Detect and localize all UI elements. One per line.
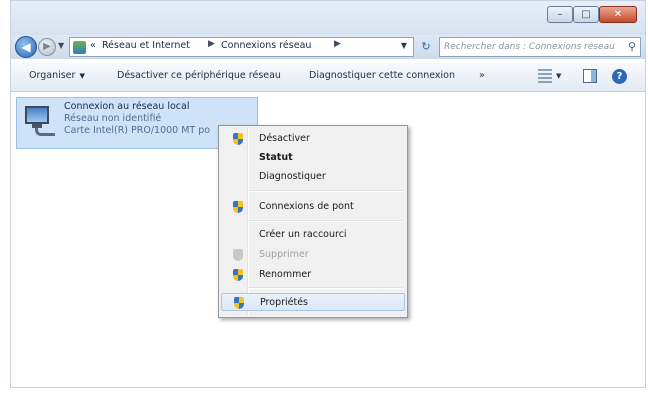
breadcrumb-network-internet[interactable]: Réseau et Internet [102,40,190,51]
connection-details: Connexion au réseau local Réseau non ide… [64,101,210,137]
shield-icon [233,249,244,261]
more-commands-button[interactable]: » [479,70,485,81]
chevron-down-icon: ▼ [79,72,85,80]
organize-menu[interactable]: Organiser ▼ [29,70,85,81]
search-box[interactable]: ⚲ [439,37,641,57]
view-options-icon[interactable] [538,69,552,83]
shield-icon [233,269,244,281]
refresh-button[interactable]: ↻ [417,38,435,56]
chevron-right-icon[interactable]: ▶ [208,39,215,49]
back-button[interactable]: ◀ [15,36,37,58]
chevron-right-icon[interactable]: ▶ [334,39,341,49]
organize-label: Organiser [29,70,76,81]
arrow-right-icon: ▶ [43,41,51,52]
menu-item-properties[interactable]: Propriétés [221,293,405,311]
menu-item-label: Connexions de pont [259,201,354,212]
menu-item-label: Diagnostiquer [259,171,326,182]
refresh-icon: ↻ [421,40,431,53]
menu-item-create-shortcut[interactable]: Créer un raccourci [221,226,405,244]
arrow-left-icon: ◀ [21,40,31,54]
search-icon[interactable]: ⚲ [628,40,636,53]
command-bar: Organiser ▼ Désactiver ce périphérique ré… [11,63,645,92]
breadcrumb-network-connections[interactable]: Connexions réseau [221,40,311,51]
menu-item-label: Créer un raccourci [259,229,347,240]
shield-icon [233,133,244,145]
shield-icon [234,297,245,309]
network-adapter-icon [23,104,57,138]
menu-item-label: Supprimer [259,249,309,260]
menu-separator [249,190,403,192]
diagnose-button[interactable]: Diagnostiquer cette connexion [309,70,455,81]
menu-item-label: Renommer [259,269,312,280]
shield-icon [233,201,244,213]
disable-device-button[interactable]: Désactiver ce périphérique réseau [117,70,281,81]
menu-separator [249,220,403,222]
address-bar[interactable]: « Réseau et Internet ▶ Connexions réseau… [69,37,414,57]
menu-item-disable[interactable]: Désactiver [221,130,405,148]
minimize-icon: – [557,9,563,20]
maximize-icon: □ [581,9,591,20]
menu-item-bridge[interactable]: Connexions de pont [221,198,405,216]
menu-item-status[interactable]: Statut [221,149,405,167]
connection-name: Connexion au réseau local [64,101,190,112]
breadcrumb-prefix[interactable]: « [90,40,96,51]
menu-item-label: Statut [259,152,293,163]
maximize-button[interactable]: □ [573,6,599,23]
menu-separator [249,287,403,289]
menu-item-delete: Supprimer [221,246,405,264]
minimize-button[interactable]: – [547,6,573,23]
help-icon[interactable]: ? [612,69,627,84]
forward-button[interactable]: ▶ [38,38,56,56]
search-input[interactable] [444,39,620,55]
menu-item-label: Désactiver [259,133,310,144]
control-panel-icon [73,41,86,54]
close-icon: ✕ [613,9,623,20]
title-bar: – □ ✕ [11,1,645,35]
connection-status: Réseau non identifié [64,113,162,124]
menu-item-rename[interactable]: Renommer [221,266,405,284]
connection-adapter: Carte Intel(R) PRO/1000 MT po [64,125,211,136]
close-button[interactable]: ✕ [599,6,637,23]
recent-pages-dropdown[interactable]: ▼ [58,41,64,50]
preview-pane-icon[interactable] [583,69,597,83]
address-dropdown-icon[interactable]: ▼ [401,41,407,50]
context-menu: Désactiver Statut Diagnostiquer Connexio… [218,125,408,318]
navigation-bar: ◀ ▶ ▼ « Réseau et Internet ▶ Connexions … [11,35,645,59]
menu-item-label: Propriétés [260,297,309,308]
chevron-down-icon[interactable]: ▼ [556,72,561,80]
menu-item-diagnose[interactable]: Diagnostiquer [221,168,405,186]
